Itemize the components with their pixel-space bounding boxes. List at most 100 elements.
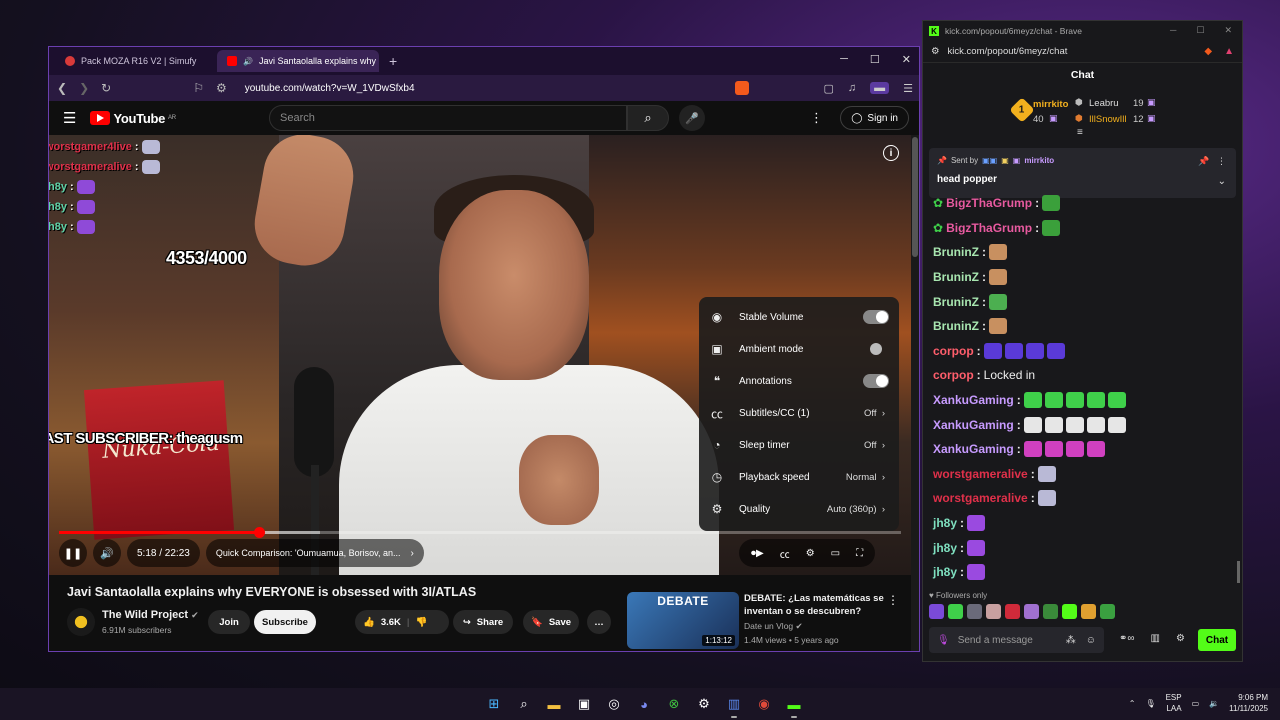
pin-options-icon[interactable]: 📌 ⋮	[1198, 156, 1226, 167]
search-button[interactable]: ⌕	[627, 105, 669, 131]
leader-2-name[interactable]: Leabru	[1089, 98, 1119, 109]
settings-item-subtitles[interactable]: ㏄ Subtitles/CC (1) Off ›	[699, 397, 899, 429]
brave-rewards-icon[interactable]: ▲	[1224, 46, 1234, 57]
windows-start-icon[interactable]: ⊞	[484, 694, 504, 714]
chat-username[interactable]: jh8y	[933, 565, 957, 579]
site-settings-icon[interactable]: ⚙	[216, 81, 227, 95]
maximize-icon[interactable]: ☐	[870, 53, 880, 66]
audio-icon[interactable]: 🔊	[243, 57, 253, 66]
like-count[interactable]: 3.6K	[381, 617, 401, 628]
emoji-icon[interactable]: ☺	[1086, 635, 1096, 646]
reader-icon[interactable]: ▬	[870, 82, 890, 94]
close-icon[interactable]: ✕	[902, 53, 911, 66]
recommended-thumbnail[interactable]: DEBATE 1:13:12	[627, 592, 739, 649]
volume-button[interactable]: 🔊	[93, 539, 121, 567]
info-icon[interactable]: i	[883, 145, 899, 161]
leader-3-name[interactable]: IllSnowIll	[1089, 114, 1127, 125]
toggle-switch[interactable]	[863, 374, 889, 388]
new-tab-button[interactable]: +	[389, 53, 397, 69]
emote-icon[interactable]	[929, 604, 944, 619]
toggle-switch[interactable]	[863, 310, 889, 324]
chat-username[interactable]: BruninZ	[933, 270, 979, 284]
leader-1-name[interactable]: mirrkito	[1033, 99, 1068, 110]
back-icon[interactable]: ❮	[57, 81, 67, 95]
voice-search-button[interactable]: 🎤	[679, 105, 705, 131]
emote-icon[interactable]	[1062, 604, 1077, 619]
autoplay-toggle-icon[interactable]: ⏺▶	[751, 548, 764, 559]
subscribe-button[interactable]: Subscribe	[254, 610, 316, 634]
join-button[interactable]: Join	[208, 610, 250, 634]
link-icon[interactable]: ⚭∞	[1119, 633, 1135, 644]
chat-username[interactable]: BigzThaGrump	[946, 221, 1032, 235]
steam-icon[interactable]: ◎	[604, 694, 624, 714]
emote-icon[interactable]	[1081, 604, 1096, 619]
chapter-button[interactable]: Quick Comparison: 'Oumuamua, Borisov, an…	[205, 539, 424, 567]
emote-icon[interactable]	[986, 604, 1001, 619]
store-icon[interactable]: ▥	[1151, 633, 1160, 644]
emote-icon[interactable]	[967, 604, 982, 619]
sign-in-button[interactable]: ◯ Sign in	[840, 106, 909, 130]
mic-icon[interactable]: 🎙	[937, 635, 950, 646]
video-player[interactable]: Nuka-Cola 4353/4000 LAST SUBSCRIBER: the…	[49, 135, 911, 575]
toggle-switch[interactable]	[863, 342, 889, 356]
url-field[interactable]: youtube.com/watch?v=W_1VDwSfxb4	[245, 83, 415, 94]
display-icon[interactable]: ▭	[1192, 699, 1200, 708]
brave-shields-icon[interactable]	[735, 81, 750, 95]
gear-icon[interactable]: ⚙	[806, 548, 815, 559]
chevron-up-icon[interactable]: ⌃	[1129, 699, 1136, 708]
recommended-menu-icon[interactable]: ⋮	[887, 593, 899, 607]
reload-icon[interactable]: ↻	[101, 81, 111, 95]
emote-icon[interactable]	[1024, 604, 1039, 619]
channel-name[interactable]: The Wild Project ✔	[102, 609, 199, 621]
brave-shields-icon[interactable]: ◆	[1204, 46, 1212, 57]
emote-icon[interactable]	[1100, 604, 1115, 619]
music-icon[interactable]: ♫	[848, 82, 856, 94]
chevron-down-icon[interactable]: ⌄	[1218, 176, 1226, 187]
clock[interactable]: 9:06 PM 11/11/2025	[1229, 692, 1268, 714]
tab-simufy[interactable]: Pack MOZA R16 V2 | Simufy	[55, 50, 217, 72]
chat-username[interactable]: BruninZ	[933, 319, 979, 333]
settings-item-annotations[interactable]: ❝ Annotations	[699, 365, 899, 397]
close-icon[interactable]: ✕	[1224, 25, 1232, 36]
chat-username[interactable]: worstgameralive	[933, 467, 1028, 481]
save-button[interactable]: 🔖 Save	[523, 610, 579, 634]
dislike-icon[interactable]: 👎	[416, 617, 428, 628]
emote-icon[interactable]	[1005, 604, 1020, 619]
theater-mode-icon[interactable]: ▭	[831, 548, 840, 559]
chat-username[interactable]: jh8y	[933, 516, 957, 530]
file-explorer-icon[interactable]: ▬	[544, 694, 564, 714]
chat-username[interactable]: jh8y	[933, 541, 957, 555]
gear-icon[interactable]: ⚙	[1176, 633, 1185, 644]
xbox-icon[interactable]: ⊗	[664, 694, 684, 714]
recommended-channel[interactable]: Date un Vlog ✔	[744, 621, 803, 632]
more-actions-button[interactable]: …	[587, 610, 611, 634]
share-button[interactable]: ↪ Share	[453, 610, 513, 634]
tab-youtube[interactable]: 🔊 Javi Santaolalla explains why E ✕	[217, 50, 379, 72]
minimize-icon[interactable]: ─	[1170, 25, 1176, 36]
chat-username[interactable]: corpop	[933, 368, 974, 382]
settings-item-ambient-mode[interactable]: ▣ Ambient mode	[699, 333, 899, 365]
search-icon[interactable]: ⌕	[514, 694, 534, 714]
chat-username[interactable]: BruninZ	[933, 245, 979, 259]
settings-item-stable-volume[interactable]: ◉ Stable Volume	[699, 301, 899, 333]
expand-leaderboard-icon[interactable]: ≡	[1077, 127, 1083, 138]
chat-username[interactable]: worstgameralive	[933, 491, 1028, 505]
chat-username[interactable]: XankuGaming	[933, 418, 1014, 432]
recommended-title[interactable]: DEBATE: ¿Las matemáticas se inventan o s…	[744, 592, 884, 618]
mic-icon[interactable]: 🎙	[1145, 699, 1155, 708]
fullscreen-icon[interactable]: ⛶	[856, 548, 863, 559]
store-icon[interactable]: ▣	[574, 694, 594, 714]
language-indicator[interactable]: ESP LAA	[1166, 692, 1182, 714]
emote-picker-icon[interactable]: ⁂	[1066, 635, 1076, 646]
message-input[interactable]: 🎙 Send a message ⁂ ☺	[929, 627, 1104, 653]
subtitles-icon[interactable]: ㏄	[780, 546, 790, 561]
steam-client-icon[interactable]: ⚙	[694, 694, 714, 714]
like-icon[interactable]: 👍	[363, 617, 375, 628]
kick-app-icon[interactable]: ▬	[784, 694, 804, 718]
chat-username[interactable]: BigzThaGrump	[946, 196, 1032, 210]
youtube-logo[interactable]: YouTube AR	[90, 111, 176, 126]
progress-bar[interactable]	[59, 527, 901, 538]
forward-icon[interactable]: ❯	[79, 81, 89, 95]
settings-menu-icon[interactable]: ⋮	[810, 110, 823, 126]
discord-icon[interactable]: ◕	[634, 694, 654, 714]
